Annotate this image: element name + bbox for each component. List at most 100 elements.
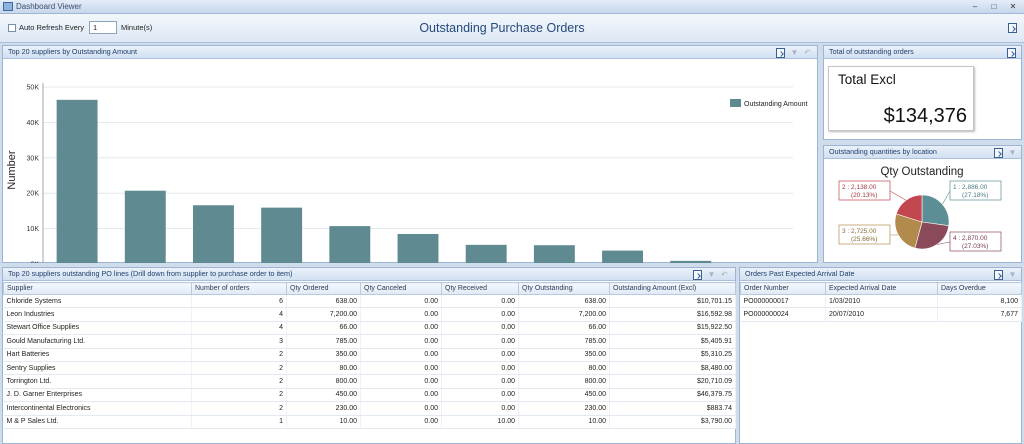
title-bar: Dashboard Viewer – □ ✕ bbox=[0, 0, 1024, 14]
table-cell: 0.00 bbox=[360, 361, 442, 376]
pie-label: 1 : 2,886.00 bbox=[953, 184, 988, 191]
table-cell: Hart Batteries bbox=[3, 348, 192, 362]
minimize-icon[interactable]: – bbox=[969, 1, 981, 12]
table-cell: 0.00 bbox=[441, 307, 519, 322]
po-panel-title: Top 20 suppliers outstanding PO lines (D… bbox=[3, 268, 735, 281]
pie-label-pct: (27.18%) bbox=[962, 192, 988, 199]
bar[interactable] bbox=[533, 245, 575, 263]
bar[interactable] bbox=[261, 207, 303, 263]
po-lines-panel: Top 20 suppliers outstanding PO lines (D… bbox=[2, 267, 736, 444]
table-cell: 450.00 bbox=[518, 388, 610, 403]
table-row[interactable]: Torrington Ltd. 2 800.00 0.00 0.00 800.00 $20,… bbox=[3, 374, 736, 389]
table-cell: 7,677 bbox=[937, 307, 1022, 322]
bar[interactable] bbox=[193, 205, 234, 263]
table-cell: 66.00 bbox=[518, 321, 610, 336]
table-row[interactable]: Sentry Supplies 2 80.00 0.00 0.00 80.00 $8,480… bbox=[3, 361, 736, 376]
table-cell: 8,100 bbox=[937, 294, 1022, 309]
table-cell: $8,480.00 bbox=[609, 361, 736, 376]
bar[interactable] bbox=[397, 233, 439, 263]
table-cell: Gould Manufacturing Ltd. bbox=[3, 334, 192, 349]
column-header[interactable]: Days Overdue bbox=[937, 282, 1022, 295]
total-card: Total Excl $134,376 bbox=[828, 66, 974, 131]
table-cell: 2 bbox=[191, 401, 287, 416]
table-cell: PO000000024 bbox=[740, 307, 826, 322]
drill-up-icon[interactable]: ↶ bbox=[720, 270, 729, 280]
filter-icon[interactable]: ▼ bbox=[790, 48, 799, 58]
table-cell: 66.00 bbox=[286, 321, 361, 336]
table-row[interactable]: Intercontinental Electronics 2 230.00 0.00 0… bbox=[3, 401, 736, 416]
pie-label: 2 : 2,138.00 bbox=[842, 184, 877, 191]
table-row[interactable]: J. D. Garner Enterprises 2 450.00 0.00 0.00 4… bbox=[3, 388, 736, 403]
y-tick-label: 30K bbox=[27, 155, 40, 162]
column-header[interactable]: Supplier bbox=[3, 282, 192, 295]
table-row[interactable]: Gould Manufacturing Ltd. 3 785.00 0.00 0.00 7… bbox=[3, 334, 736, 349]
table-cell: 785.00 bbox=[286, 334, 361, 349]
table-row[interactable]: PO000000024 20/07/2010 7,677 bbox=[740, 307, 1022, 322]
bar[interactable] bbox=[602, 250, 643, 263]
table-cell: J. D. Garner Enterprises bbox=[3, 388, 192, 403]
bar[interactable] bbox=[670, 260, 712, 263]
column-header[interactable]: Number of orders bbox=[191, 282, 287, 295]
export-icon[interactable] bbox=[1008, 23, 1017, 33]
overdue-table: Order Number Expected Arrival Date Days Ov… bbox=[740, 282, 1022, 322]
toolbar: Auto Refresh Every 1 Minute(s) Outstandi… bbox=[0, 14, 1024, 43]
table-cell: $3,790.00 bbox=[609, 415, 736, 429]
table-cell: 0.00 bbox=[441, 348, 519, 362]
table-row[interactable]: Leon Industries 4 7,200.00 0.00 0.00 7,200.00… bbox=[3, 307, 736, 322]
export-icon[interactable] bbox=[994, 148, 1003, 158]
table-cell: Intercontinental Electronics bbox=[3, 401, 192, 416]
table-row[interactable]: PO000000017 1/03/2010 8,100 bbox=[740, 294, 1022, 309]
column-header[interactable]: Order Number bbox=[740, 282, 826, 295]
export-icon[interactable] bbox=[776, 48, 785, 58]
page-title: Outstanding Purchase Orders bbox=[419, 21, 585, 35]
pie-chart: Qty Outstanding 1 : 2,886.00(27.18%) 4 : 2… bbox=[838, 166, 1002, 252]
table-cell: 7,200.00 bbox=[286, 307, 361, 322]
maximize-icon[interactable]: □ bbox=[988, 1, 1000, 12]
column-header[interactable]: Qty Received bbox=[441, 282, 519, 295]
table-cell: 0.00 bbox=[360, 401, 442, 416]
table-cell: 638.00 bbox=[286, 294, 361, 309]
column-header[interactable]: Qty Outstanding bbox=[518, 282, 610, 295]
table-cell: 800.00 bbox=[518, 374, 610, 389]
drill-up-icon[interactable]: ↶ bbox=[803, 48, 812, 58]
bar[interactable] bbox=[329, 226, 371, 263]
pie-label: 4 : 2,870.00 bbox=[953, 235, 988, 242]
filter-icon[interactable]: ▼ bbox=[1008, 148, 1017, 158]
bar-panel-title: Top 20 suppliers by Outstanding Amount bbox=[3, 46, 817, 59]
y-axis-title: Number bbox=[6, 150, 18, 189]
table-cell: $883.74 bbox=[609, 401, 736, 416]
filter-icon[interactable]: ▼ bbox=[1008, 270, 1017, 280]
bar[interactable] bbox=[56, 99, 98, 263]
table-cell: 0.00 bbox=[360, 307, 442, 322]
table-cell: 0.00 bbox=[360, 321, 442, 336]
column-header[interactable]: Outstanding Amount (Excl) bbox=[609, 282, 736, 295]
y-tick-label: 0K bbox=[30, 262, 39, 264]
export-icon[interactable] bbox=[994, 270, 1003, 280]
column-header[interactable]: Expected Arrival Date bbox=[825, 282, 938, 295]
table-cell: 350.00 bbox=[518, 348, 610, 362]
table-cell: $46,379.75 bbox=[609, 388, 736, 403]
bar[interactable] bbox=[465, 244, 507, 263]
table-cell: 80.00 bbox=[518, 361, 610, 376]
pie-label-pct: (20.13%) bbox=[851, 192, 877, 199]
table-cell: 785.00 bbox=[518, 334, 610, 349]
legend-label: Outstanding Amount bbox=[744, 101, 807, 108]
export-icon[interactable] bbox=[693, 270, 702, 280]
table-cell: M & P Sales Ltd. bbox=[3, 415, 192, 429]
column-header[interactable]: Qty Ordered bbox=[286, 282, 361, 295]
table-row[interactable]: Chloride Systems 6 638.00 0.00 0.00 638.00 $10… bbox=[3, 294, 736, 309]
table-row[interactable]: M & P Sales Ltd. 1 10.00 0.00 10.00 10.00 $3,7… bbox=[3, 415, 736, 429]
table-row[interactable]: Hart Batteries 2 350.00 0.00 0.00 350.00 $5,31… bbox=[3, 348, 736, 362]
close-icon[interactable]: ✕ bbox=[1007, 1, 1019, 12]
filter-icon[interactable]: ▼ bbox=[707, 270, 716, 280]
column-header[interactable]: Qty Canceled bbox=[360, 282, 442, 295]
table-cell: 0.00 bbox=[441, 334, 519, 349]
table-row[interactable]: Stewart Office Supplies 4 66.00 0.00 0.00 66.… bbox=[3, 321, 736, 336]
table-cell: 0.00 bbox=[441, 361, 519, 376]
table-cell: Leon Industries bbox=[3, 307, 192, 322]
bar[interactable] bbox=[124, 190, 166, 263]
legend-swatch bbox=[730, 99, 741, 107]
table-cell: 2 bbox=[191, 361, 287, 376]
table-cell: 0.00 bbox=[360, 294, 442, 309]
export-icon[interactable] bbox=[1007, 48, 1016, 58]
